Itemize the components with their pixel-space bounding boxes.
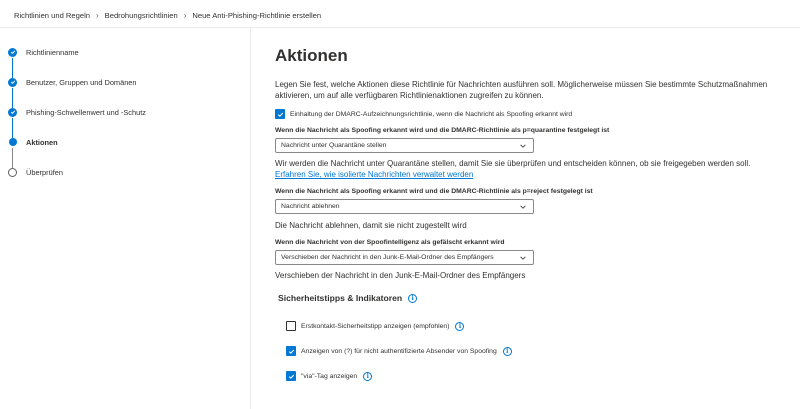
checkmark-icon bbox=[8, 47, 17, 57]
step-connector bbox=[12, 88, 13, 108]
info-icon[interactable]: i bbox=[455, 321, 465, 331]
reject-help-text: Die Nachricht ablehnen, damit sie nicht … bbox=[275, 221, 467, 230]
step-label: Aktionen bbox=[26, 137, 58, 147]
step-label: Richtlinienname bbox=[26, 47, 79, 57]
pending-step-circle-icon bbox=[8, 167, 17, 177]
step-label: Benutzer, Gruppen und Domänen bbox=[26, 77, 137, 87]
chevron-down-icon bbox=[520, 205, 526, 209]
info-icon[interactable]: i bbox=[408, 293, 418, 303]
chevron-down-icon bbox=[520, 144, 526, 148]
dmarc-checkbox[interactable] bbox=[275, 109, 285, 119]
dropdown-value: Nachricht unter Quarantäne stellen bbox=[281, 142, 387, 149]
reject-action-dropdown[interactable]: Nachricht ablehnen bbox=[275, 199, 534, 214]
first-contact-tip-row[interactable]: Erstkontakt-Sicherheitstipp anzeigen (em… bbox=[286, 321, 465, 331]
unauthenticated-sender-checkbox[interactable] bbox=[286, 346, 296, 356]
checkbox-label: Anzeigen von (?) für nicht authentifizie… bbox=[301, 347, 497, 355]
quarantine-field-label: Wenn die Nachricht als Spoofing erkannt … bbox=[275, 127, 610, 134]
safety-tips-section-header: Sicherheitstipps & Indikatoren i bbox=[278, 293, 418, 303]
via-tag-row[interactable]: "via"-Tag anzeigen i bbox=[286, 371, 373, 381]
section-title: Sicherheitstipps & Indikatoren bbox=[278, 293, 403, 303]
info-icon[interactable]: i bbox=[363, 371, 373, 381]
step-connector bbox=[12, 118, 13, 138]
checkbox-label: Erstkontakt-Sicherheitstipp anzeigen (em… bbox=[301, 322, 450, 330]
checkbox-label: "via"-Tag anzeigen bbox=[301, 372, 358, 380]
chevron-right-icon: › bbox=[183, 10, 187, 20]
via-tag-checkbox[interactable] bbox=[286, 371, 296, 381]
spoof-field-label: Wenn die Nachricht von der Spoofintellig… bbox=[275, 239, 505, 246]
breadcrumb-item-threat-policies[interactable]: Bedrohungsrichtlinien bbox=[105, 11, 178, 20]
step-label: Phishing-Schwellenwert und -Schutz bbox=[26, 107, 146, 117]
breadcrumb-item-policies[interactable]: Richtlinien und Regeln bbox=[14, 11, 90, 20]
dmarc-checkbox-row[interactable]: Einhaltung der DMARC-Aufzeichnungsrichtl… bbox=[275, 109, 572, 119]
info-icon[interactable]: i bbox=[502, 346, 512, 356]
spoof-action-dropdown[interactable]: Verschieben der Nachricht in den Junk-E-… bbox=[275, 250, 534, 265]
step-label: Überprüfen bbox=[26, 167, 63, 177]
unauthenticated-sender-row[interactable]: Anzeigen von (?) für nicht authentifizie… bbox=[286, 346, 512, 356]
checkmark-icon bbox=[8, 107, 17, 117]
first-contact-tip-checkbox[interactable] bbox=[286, 321, 296, 331]
chevron-down-icon bbox=[520, 256, 526, 260]
dropdown-value: Verschieben der Nachricht in den Junk-E-… bbox=[281, 254, 494, 261]
step-connector bbox=[12, 148, 13, 168]
quarantine-help-text: Wir werden die Nachricht unter Quarantän… bbox=[275, 159, 751, 168]
step-connector bbox=[12, 58, 13, 78]
quarantine-action-dropdown[interactable]: Nachricht unter Quarantäne stellen bbox=[275, 138, 534, 153]
chevron-right-icon: › bbox=[96, 10, 99, 20]
panel-divider bbox=[250, 28, 251, 409]
page-description: Legen Sie fest, welche Aktionen diese Ri… bbox=[275, 80, 768, 100]
isolated-messages-link[interactable]: Erfahren Sie, wie isolierte Nachrichten … bbox=[275, 169, 473, 180]
spoof-help-text: Verschieben der Nachricht in den Junk-E-… bbox=[275, 271, 526, 280]
checkmark-icon bbox=[8, 77, 17, 87]
dmarc-checkbox-label: Einhaltung der DMARC-Aufzeichnungsrichtl… bbox=[290, 110, 573, 118]
reject-field-label: Wenn die Nachricht als Spoofing erkannt … bbox=[275, 188, 593, 195]
main-content: Aktionen Legen Sie fest, welche Aktionen… bbox=[275, 0, 795, 409]
page-title: Aktionen bbox=[275, 46, 348, 65]
current-step-dot-icon bbox=[8, 138, 17, 146]
dropdown-value: Nachricht ablehnen bbox=[281, 203, 340, 210]
